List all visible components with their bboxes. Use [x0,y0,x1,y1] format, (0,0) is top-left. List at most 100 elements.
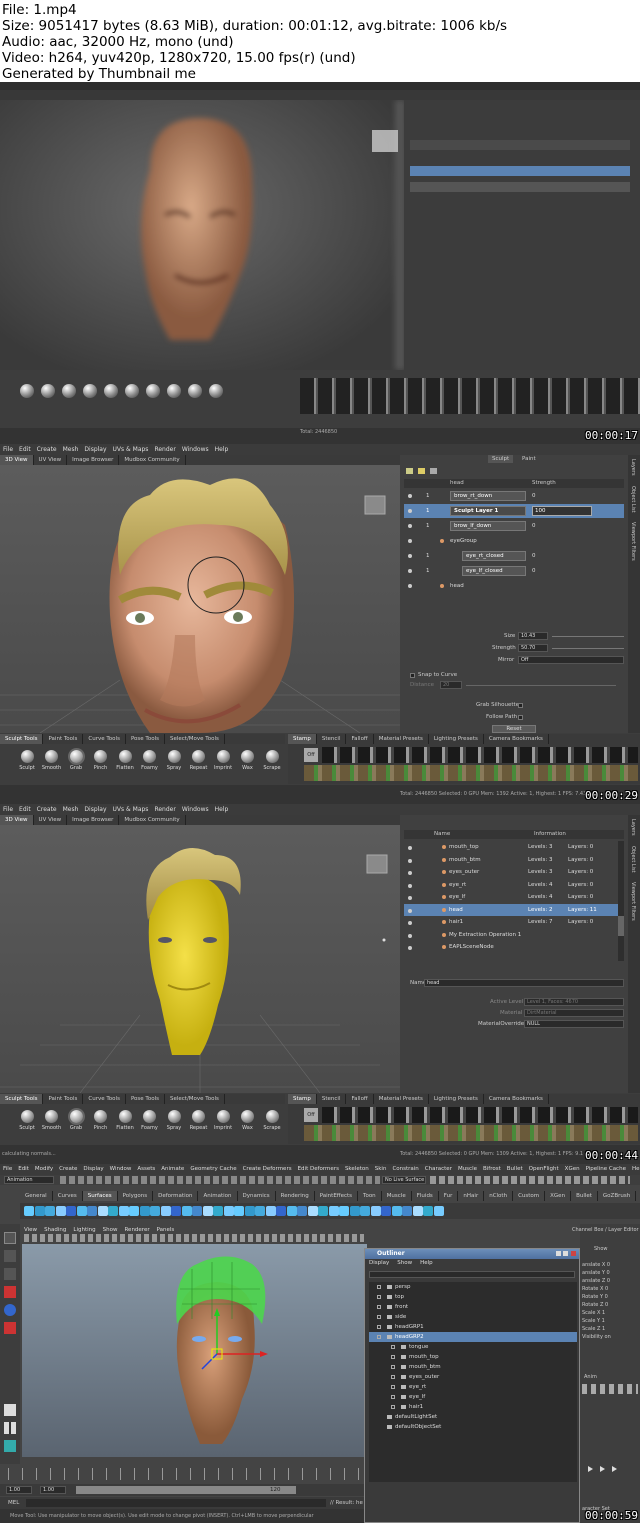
outliner-item[interactable]: tongue [369,1342,577,1352]
layer-strength[interactable]: 0 [532,564,536,578]
shelf-tool-icon[interactable] [276,1206,286,1216]
menu-uvs-maps[interactable]: UVs & Maps [113,806,149,813]
tab-muscle[interactable]: Muscle [382,1191,412,1201]
menu-mesh[interactable]: Mesh [63,446,79,453]
tab-fluids[interactable]: Fluids [412,1191,439,1201]
shelf-tool-icon[interactable] [76,1206,87,1216]
expand-icon[interactable] [377,1285,381,1289]
tab-material-presets[interactable]: Material Presets [374,1094,429,1104]
tool-imprint[interactable]: Imprint [212,1110,234,1131]
no-live-surface[interactable]: No Live Surface [382,1176,426,1184]
visibility-icon[interactable] [408,539,412,543]
tab-dynamics[interactable]: Dynamics [238,1191,276,1201]
expand-icon[interactable] [391,1405,395,1409]
channel-row[interactable]: Scale X 1 [582,1310,605,1316]
outliner-filter-field[interactable] [369,1271,575,1278]
channel-row[interactable]: Scale Y 1 [582,1318,605,1324]
shelf-tool-icon[interactable] [55,1206,66,1216]
shelf-tool-icon[interactable] [433,1206,444,1216]
outliner-item[interactable]: eye_rt [369,1382,577,1392]
shelf-tool-icon[interactable] [339,1206,349,1216]
object-row[interactable]: My Extraction Operation 1 [404,929,618,941]
active-level-field[interactable]: Level 1, Faces: 4670 [524,998,624,1006]
tab-stencil[interactable]: Stencil [317,734,347,744]
shelf-tool-icon[interactable] [349,1206,360,1216]
shelf-tool-icon[interactable] [370,1206,381,1216]
tab-select-move-tools[interactable]: Select/Move Tools [165,1094,225,1104]
tool-spray[interactable]: Spray [163,1110,185,1131]
tab-curve-tools[interactable]: Curve Tools [83,734,126,744]
shelf-tool-icon[interactable] [171,1206,181,1216]
shelf-tool-icon[interactable] [150,1206,160,1216]
playback-start[interactable]: 1.00 [40,1486,66,1494]
tab-mudbox-community[interactable]: Mudbox Community [119,815,186,825]
rotate-tool-icon[interactable] [4,1304,16,1316]
strength-field[interactable]: 50.70 [518,644,548,652]
object-row[interactable]: head Levels: 2 Layers: 11 [404,903,618,916]
menu-help[interactable]: Help [215,446,229,453]
channel-row[interactable]: Rotate Z 0 [582,1302,608,1308]
distance-field[interactable]: 20 [440,681,462,689]
object-row[interactable]: hair1 Levels: 7 Layers: 0 [404,916,618,928]
tab-deformation[interactable]: Deformation [153,1191,199,1201]
tab-image-browser[interactable]: Image Browser [67,815,120,825]
tab-stencil[interactable]: Stencil [317,1094,347,1104]
shelf-tool-icon[interactable] [118,1206,129,1216]
layer-row[interactable]: 1 eye_lf_closed 0 [404,564,624,578]
menu-windows[interactable]: Windows [182,446,209,453]
panel-menu-panels[interactable]: Panels [157,1227,175,1233]
menu-bullet[interactable]: Bullet [507,1166,523,1172]
tool-foamy[interactable]: Foamy [139,750,161,771]
layer-name[interactable]: brow_lf_down [450,521,526,531]
tool-wax[interactable]: Wax [237,1110,259,1131]
outliner-item[interactable]: eyes_outer [369,1372,577,1382]
shelf-tool-icon[interactable] [360,1206,370,1216]
shelf-tool-icon[interactable] [202,1206,213,1216]
tool-pinch[interactable]: Pinch [90,750,112,771]
tool-pinch[interactable]: Pinch [90,1110,112,1131]
tab-stamp[interactable]: Stamp [288,734,317,744]
range-bar[interactable] [76,1486,296,1494]
object-row[interactable]: mouth_top Levels: 3 Layers: 0 [404,841,618,853]
visibility-icon[interactable] [408,554,412,558]
visibility-icon[interactable] [408,524,412,528]
expand-icon[interactable] [377,1315,381,1319]
select-tool-icon[interactable] [4,1232,16,1244]
menu-constrain[interactable]: Constrain [392,1166,418,1172]
snap-checkbox[interactable] [410,673,415,678]
tool-scrape[interactable]: Scrape [261,1110,283,1131]
object-row[interactable]: EAPLSceneNode [404,941,618,953]
maximize-icon[interactable] [563,1251,568,1256]
channel-row[interactable]: Scale Z 1 [582,1326,605,1332]
layer-name[interactable]: Sculpt Layer 1 [450,506,526,516]
tab-lighting-presets[interactable]: Lighting Presets [429,734,484,744]
tool-repeat[interactable]: Repeat [188,1110,210,1131]
expand-icon[interactable] [377,1325,381,1329]
channel-row[interactable]: Rotate X 0 [582,1286,608,1292]
shelf-tool-icon[interactable] [97,1206,108,1216]
object-row[interactable]: eye_rt Levels: 4 Layers: 0 [404,879,618,891]
menu-skeleton[interactable]: Skeleton [345,1166,369,1172]
outliner-item[interactable]: top [369,1292,577,1302]
channel-row[interactable]: anslate Z 0 [582,1278,610,1284]
expand-icon[interactable] [377,1295,381,1299]
time-slider[interactable] [0,1464,364,1484]
size-field[interactable]: 10.43 [518,632,548,640]
tab-fur[interactable]: Fur [439,1191,459,1201]
show-tab[interactable]: Show [594,1246,608,1252]
shelf-tool-icon[interactable] [244,1206,255,1216]
tool-imprint[interactable]: Imprint [212,750,234,771]
shelf-tool-icon[interactable] [181,1206,192,1216]
tab-mudbox-community[interactable]: Mudbox Community [119,455,186,465]
play-forward-icon[interactable] [588,1466,593,1472]
paint-select-icon[interactable] [4,1268,16,1280]
side-tab-object-list[interactable]: Object List [630,486,636,513]
shelf-tool-icon[interactable] [139,1206,150,1216]
menu-window[interactable]: Window [110,1166,132,1172]
visibility-icon[interactable] [408,494,412,498]
visibility-icon[interactable] [408,946,412,950]
menu-windows[interactable]: Windows [182,806,209,813]
stamp-off-button[interactable]: Off [304,748,318,762]
side-tab-object-list[interactable]: Object List [630,846,636,873]
close-icon[interactable] [571,1251,576,1256]
